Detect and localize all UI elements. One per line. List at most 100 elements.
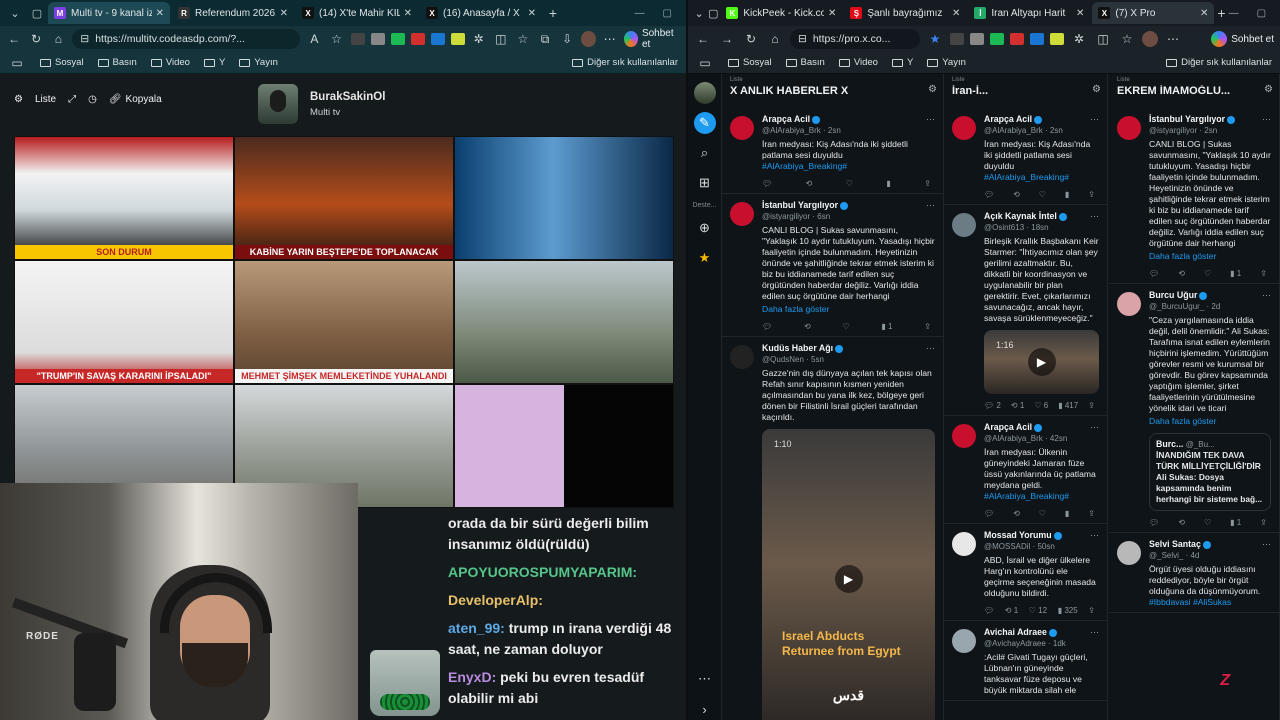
profile-card[interactable]: BurakSakinOl Multi tv bbox=[258, 84, 385, 124]
reply-icon[interactable]: 💬︎ bbox=[762, 321, 772, 332]
browser-tab[interactable]: M Multi tv - 9 kanal izlenir ✕ bbox=[48, 2, 170, 24]
like-icon[interactable]: ♡ bbox=[1039, 508, 1046, 519]
avatar[interactable] bbox=[730, 202, 754, 226]
share-icon[interactable]: ⇪ bbox=[1088, 605, 1095, 616]
author-name[interactable]: Burcu Uğur bbox=[1149, 290, 1197, 300]
more-icon[interactable]: ⋯ bbox=[926, 200, 935, 211]
tv-channel[interactable] bbox=[454, 260, 674, 384]
show-more-link[interactable]: Daha fazla göster bbox=[1149, 251, 1271, 262]
extensions-puzzle-icon[interactable]: ✲ bbox=[471, 32, 487, 46]
more-icon[interactable]: ⋯ bbox=[926, 343, 935, 354]
play-icon[interactable]: ▶ bbox=[834, 565, 863, 593]
browser-tab[interactable]: X (16) Anasayfa / X ✕ bbox=[420, 2, 542, 24]
maximize-icon[interactable]: ▢ bbox=[663, 8, 672, 19]
collections-icon[interactable]: ⧉ bbox=[537, 32, 553, 47]
tab-actions-icon[interactable]: ⌄ bbox=[4, 2, 26, 24]
forward-icon[interactable]: → bbox=[718, 32, 736, 46]
more-icon[interactable]: ⋯ bbox=[1262, 114, 1271, 125]
avatar[interactable] bbox=[693, 82, 716, 104]
tweet[interactable]: ⋯ Arapça Acil @AlArabiya_Brk · 2sn İran med… bbox=[722, 108, 943, 194]
column-settings-icon[interactable]: ⚙ bbox=[928, 84, 937, 95]
author-name[interactable]: Arapça Acil bbox=[984, 422, 1032, 432]
reply-icon[interactable]: 💬︎ bbox=[1149, 517, 1159, 528]
extension-icon[interactable] bbox=[390, 33, 405, 45]
split-screen-icon[interactable]: ◫ bbox=[493, 32, 509, 46]
browser-tab[interactable]: K KickPeek - Kick.co ✕ bbox=[720, 2, 842, 24]
favorite-star-icon[interactable]: ★ bbox=[926, 32, 944, 46]
author-name[interactable]: Açık Kaynak İntel bbox=[984, 211, 1057, 221]
show-more-link[interactable]: Daha fazla göster bbox=[762, 304, 935, 315]
home-icon[interactable]: ⌂ bbox=[50, 32, 66, 46]
list-button[interactable]: Liste bbox=[35, 94, 56, 105]
bookmark-folder[interactable]: Video bbox=[150, 57, 190, 68]
translate-icon[interactable] bbox=[1030, 33, 1044, 45]
like-icon[interactable]: ♡ bbox=[1204, 268, 1211, 279]
bookmark-folder[interactable]: Sosyal bbox=[40, 57, 84, 68]
video-media[interactable]: 1:10 ▶ Israel Abducts Returnee from Egypt ق… bbox=[762, 429, 935, 720]
search-icon[interactable]: ⌕ bbox=[694, 142, 716, 164]
reply-icon[interactable]: 💬︎ bbox=[1149, 268, 1159, 279]
close-tab-icon[interactable]: ✕ bbox=[156, 8, 164, 19]
bookmark-folder[interactable]: Y bbox=[203, 57, 225, 68]
share-icon[interactable]: ⇪ bbox=[1260, 268, 1267, 279]
retweet-icon[interactable]: ⟲ bbox=[1013, 189, 1020, 200]
close-tab-icon[interactable]: ✕ bbox=[280, 8, 288, 19]
minimize-icon[interactable]: — bbox=[635, 8, 645, 19]
address-bar[interactable]: ⊟ https://multitv.codeasdp.com/?... bbox=[72, 29, 301, 49]
refresh-icon[interactable]: ↻ bbox=[742, 32, 760, 46]
close-tab-icon[interactable]: ✕ bbox=[1076, 8, 1084, 19]
reply-icon[interactable]: 💬︎ bbox=[984, 605, 994, 616]
close-tab-icon[interactable]: ✕ bbox=[528, 8, 536, 19]
reply-icon[interactable]: 💬︎ bbox=[984, 508, 994, 519]
like-icon[interactable]: ♡ bbox=[846, 178, 853, 189]
extension-icon[interactable] bbox=[1050, 33, 1064, 45]
retweet-icon[interactable]: ⟲ bbox=[804, 321, 811, 332]
extension-icon[interactable] bbox=[950, 33, 964, 45]
avatar[interactable] bbox=[952, 424, 976, 448]
add-column-icon[interactable]: ⊞ bbox=[694, 172, 716, 194]
share-icon[interactable]: ⇪ bbox=[1260, 517, 1267, 528]
tweet[interactable]: ⋯ Kudüs Haber Ağı @QudsNen · 5sn Gazze'nin … bbox=[722, 337, 943, 720]
deck-add-icon[interactable]: ⊕ bbox=[694, 217, 716, 239]
retweet-icon[interactable]: ⟲ bbox=[1178, 517, 1185, 528]
tv-channel[interactable]: KABİNE YARIN BEŞTEPE'DE TOPLANACAK bbox=[234, 136, 454, 260]
avatar[interactable] bbox=[952, 116, 976, 140]
retweet-icon[interactable]: ⟲ bbox=[806, 178, 813, 189]
tweet[interactable]: ⋯ Avichai Adraee @AvichayAdraee · 1dk:Acil… bbox=[944, 621, 1107, 701]
tabs-panel-icon[interactable]: ▭ bbox=[696, 56, 714, 70]
settings-gear-icon[interactable]: ⚙ bbox=[14, 94, 23, 105]
more-icon[interactable]: ⋯ bbox=[1090, 627, 1099, 638]
more-icon[interactable]: ⋯ bbox=[1164, 32, 1182, 46]
avatar[interactable] bbox=[952, 629, 976, 653]
refresh-icon[interactable]: ↻ bbox=[28, 32, 44, 46]
show-more-link[interactable]: Daha fazla göster bbox=[1149, 416, 1271, 427]
browser-tab[interactable]: X (7) X Pro ✕ bbox=[1092, 2, 1215, 24]
play-icon[interactable]: ▶ bbox=[1027, 348, 1056, 376]
quoted-tweet[interactable]: Burc... @_Bu... İNANDIĞIM TEK DAVA TÜRK M… bbox=[1149, 433, 1271, 511]
views-icon[interactable]: ▮ 325 bbox=[1058, 605, 1078, 616]
copilot-chat-button[interactable]: Sohbet et bbox=[1211, 31, 1274, 47]
avatar[interactable] bbox=[581, 31, 596, 47]
author-name[interactable]: Arapça Acil bbox=[762, 114, 810, 124]
browser-tab[interactable]: X (14) X'te Mahir KILIÇ: "O ✕ bbox=[296, 2, 418, 24]
new-tab-button[interactable]: + bbox=[542, 5, 564, 21]
reply-icon[interactable]: 💬︎ bbox=[984, 189, 994, 200]
avatar[interactable] bbox=[1117, 116, 1141, 140]
views-icon[interactable]: ▮ 1 bbox=[1230, 517, 1241, 528]
browser-tab[interactable]: Ş Şanlı bayrağımız ✕ bbox=[844, 2, 966, 24]
site-info-icon[interactable]: ⊟ bbox=[80, 33, 89, 45]
tv-channel[interactable] bbox=[454, 136, 674, 260]
tweet[interactable]: ⋯ Arapça Acil @AlArabiya_Brk · 2sn İran med… bbox=[944, 108, 1107, 205]
views-icon[interactable]: ▮ 1 bbox=[881, 321, 892, 332]
browser-tab[interactable]: İ İran Altyapı Harit ✕ bbox=[968, 2, 1090, 24]
more-icon[interactable]: ⋯ bbox=[926, 114, 935, 125]
more-icon[interactable]: ⋯ bbox=[1090, 211, 1099, 222]
tweet[interactable]: ⋯ Arapça Acil @AlArabiya_Brk · 42sn İran me… bbox=[944, 416, 1107, 524]
hashtag-link[interactable]: #AlArabiya_Breaking# bbox=[762, 161, 935, 172]
reply-icon[interactable]: 💬︎ bbox=[762, 178, 772, 189]
extension-icon[interactable] bbox=[350, 33, 365, 45]
favorites-icon[interactable]: ☆ bbox=[515, 32, 531, 46]
tabs-panel-icon[interactable]: ▭ bbox=[8, 56, 26, 70]
bookmark-folder[interactable]: Basın bbox=[785, 57, 825, 68]
share-icon[interactable]: ⇪ bbox=[1088, 189, 1095, 200]
